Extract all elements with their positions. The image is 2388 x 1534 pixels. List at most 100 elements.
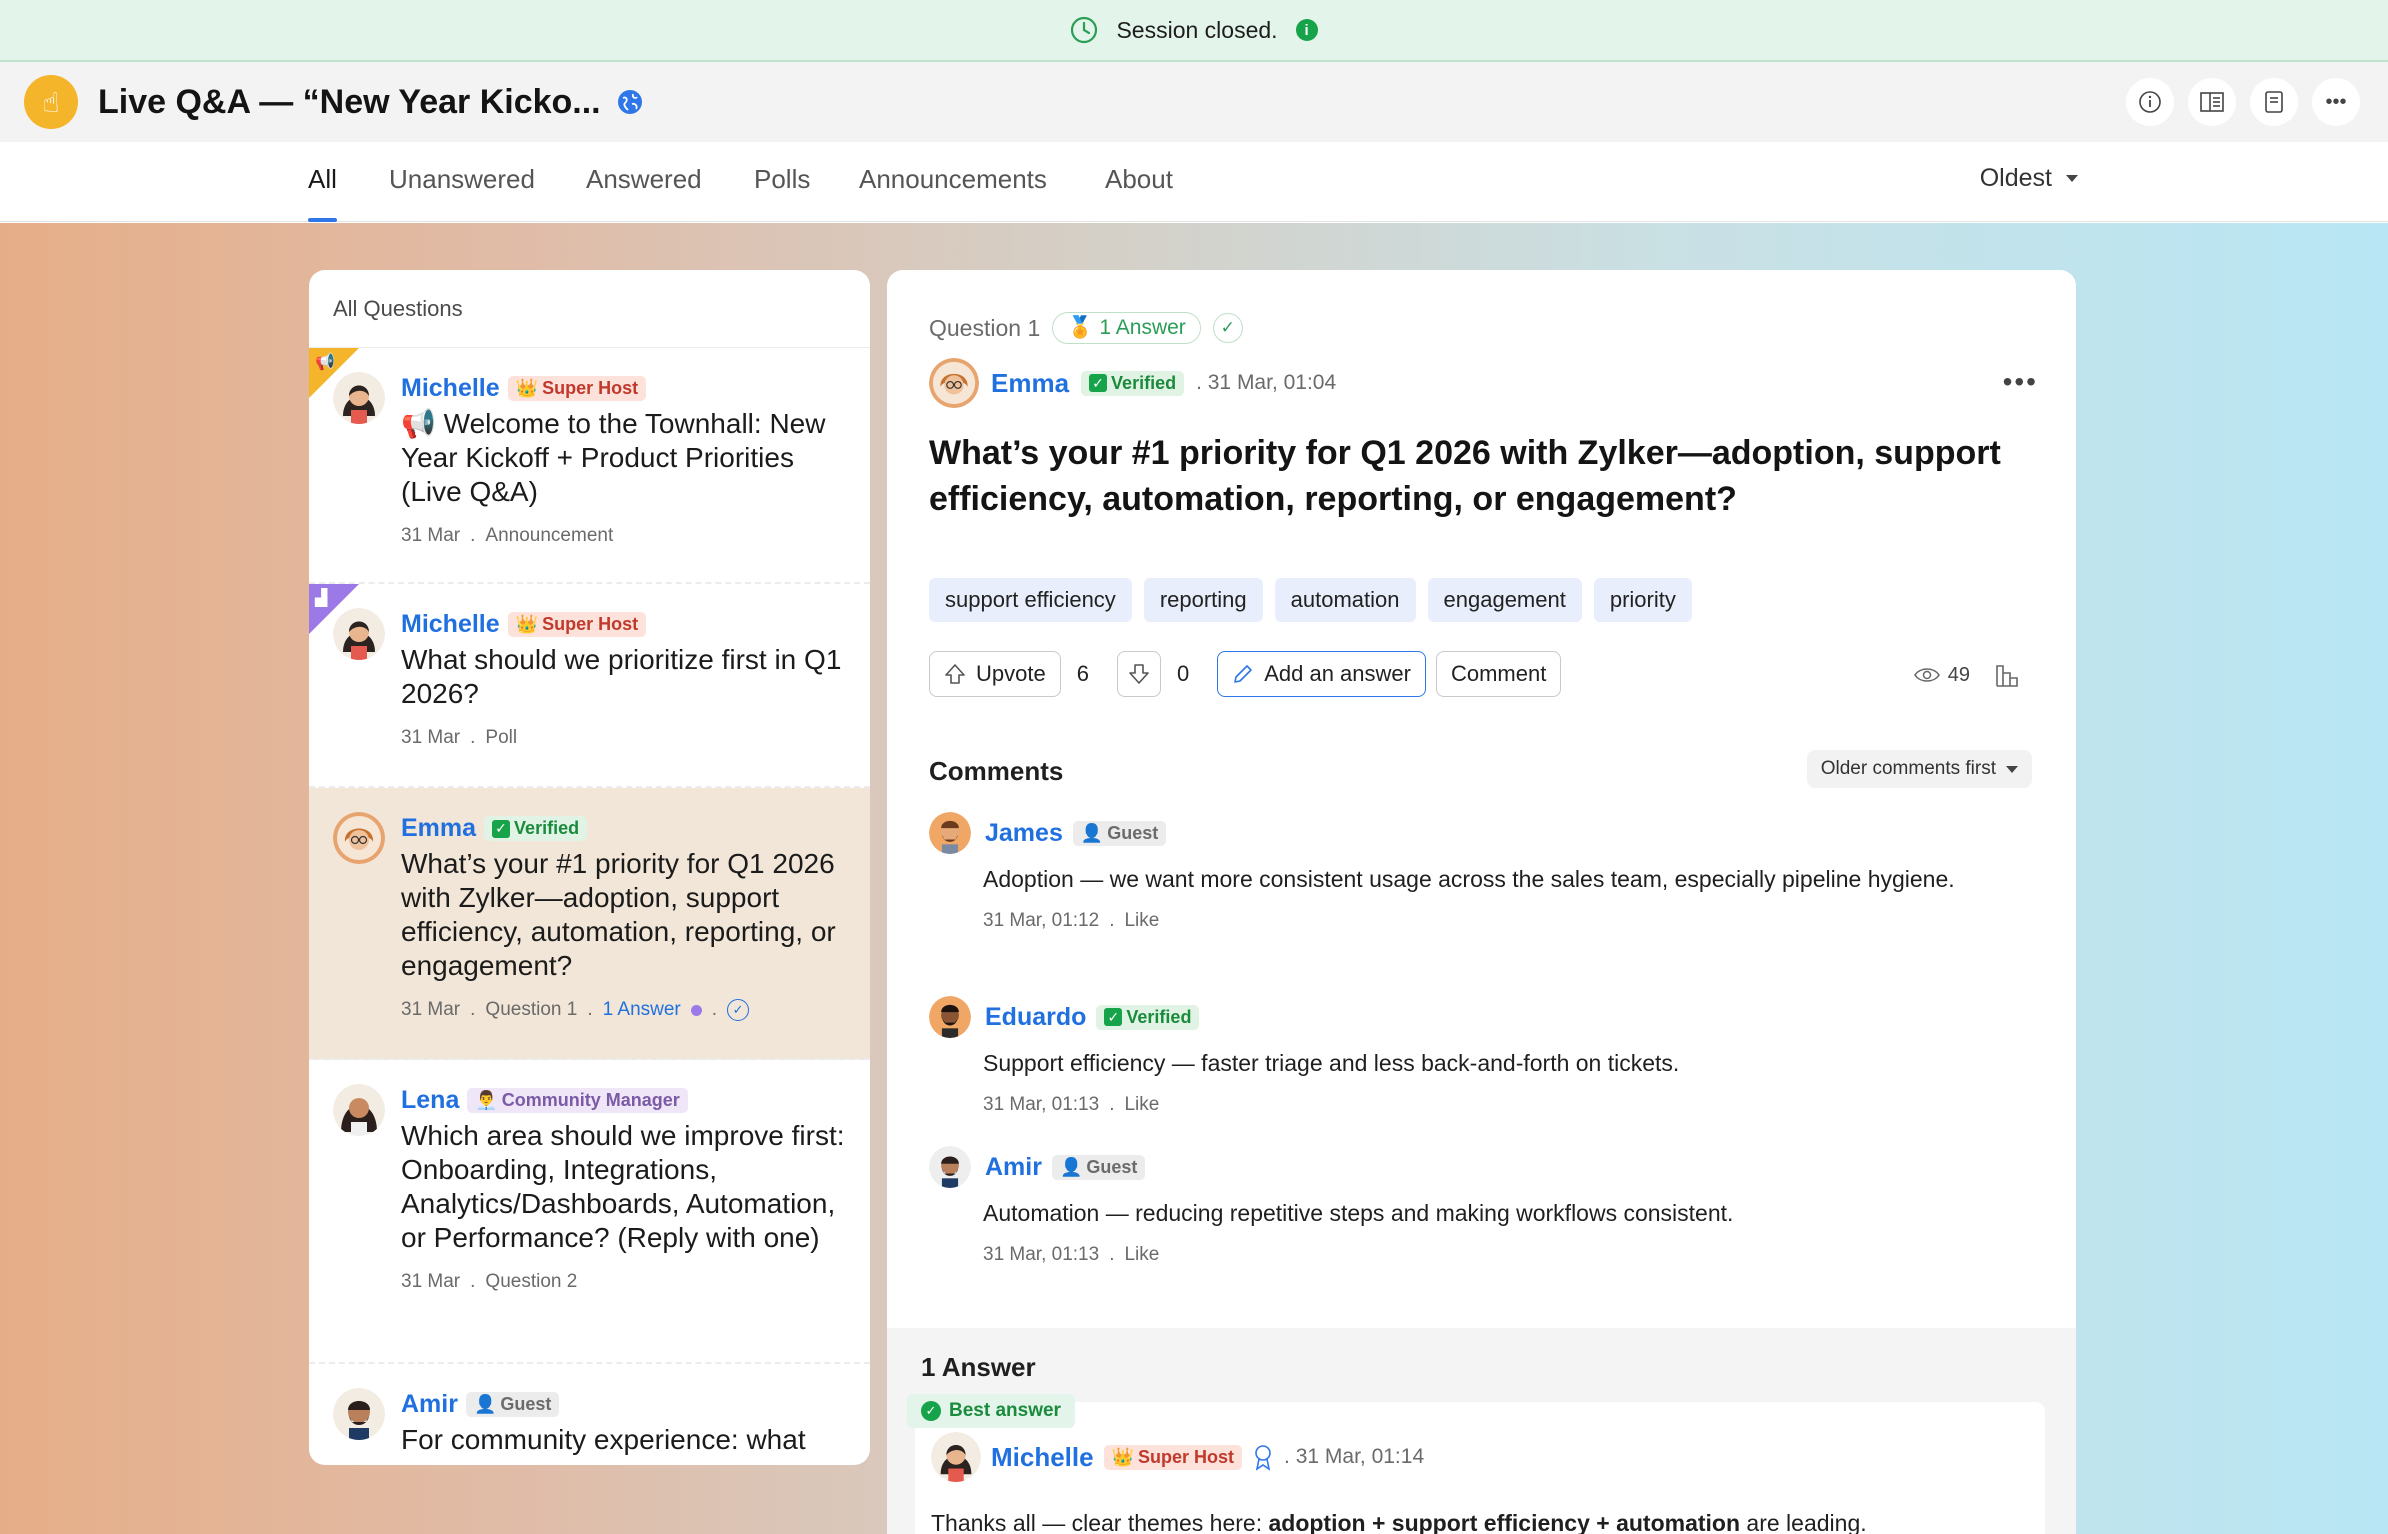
tab-unanswered[interactable]: Unanswered — [389, 164, 535, 222]
meta-separator: . — [1109, 1094, 1115, 1115]
crown-icon: 👑 — [515, 614, 539, 634]
layout-icon[interactable] — [2188, 78, 2236, 126]
question-detail-panel: Question 1 🏅 1 Answer ✓ Emma ✓ Verified .… — [887, 270, 2076, 1534]
tag[interactable]: support efficiency — [929, 578, 1132, 622]
verified-badge: ✓ Verified — [1081, 370, 1185, 396]
page-title: Live Q&A — “New Year Kicko... — [98, 82, 601, 121]
answer-author-name[interactable]: Michelle — [991, 1442, 1094, 1473]
avatar — [931, 1432, 981, 1482]
pencil-icon — [1234, 665, 1253, 683]
sort-dropdown[interactable]: Oldest — [1980, 164, 2078, 193]
tab-all[interactable]: All — [308, 164, 337, 222]
commenter-name[interactable]: Eduardo — [985, 1003, 1086, 1032]
answers-heading: 1 Answer — [921, 1352, 1036, 1382]
poll-icon: ▟ — [315, 590, 328, 607]
avatar — [333, 1084, 385, 1136]
unread-dot-icon — [690, 1004, 702, 1016]
meta-separator: . — [470, 727, 476, 748]
session-status-text: Session closed. — [1116, 16, 1278, 43]
answer-timestamp: . 31 Mar, 01:14 — [1284, 1445, 1425, 1468]
tab-answered[interactable]: Answered — [586, 164, 702, 222]
award-icon: 🏅 — [1067, 316, 1094, 339]
answer-count-link[interactable]: 1 Answer — [603, 999, 681, 1021]
comment-button[interactable]: Comment — [1435, 651, 1562, 697]
check-icon: ✓ — [1089, 374, 1108, 392]
caret-down-icon — [2006, 765, 2018, 773]
question-list-item[interactable]: Amir 👤 Guest For community experience: wh… — [309, 1364, 870, 1465]
comments-heading: Comments — [929, 756, 1064, 786]
question-date: 31 Mar — [401, 525, 461, 546]
question-text: For community experience: what — [401, 1424, 806, 1455]
check-circle-icon: ✓ — [727, 999, 750, 1021]
award-icon — [1255, 1445, 1271, 1471]
author-name[interactable]: Amir — [401, 1390, 458, 1419]
tag[interactable]: automation — [1274, 578, 1416, 622]
answer-count-pill[interactable]: 🏅 1 Answer — [1052, 312, 1201, 344]
question-type: Announcement — [485, 525, 614, 546]
like-link[interactable]: Like — [1124, 1094, 1159, 1116]
question-stats: 49 — [1913, 662, 2020, 688]
question-actions: Upvote 6 0 Add an answer Comment — [929, 651, 1562, 697]
check-circle-icon: ✓ — [921, 1401, 941, 1421]
comment-item: Amir 👤 Guest Automation — reducing repeti… — [929, 1146, 2029, 1266]
sort-label: Oldest — [1979, 164, 2052, 192]
tab-announcements[interactable]: Announcements — [859, 164, 1047, 222]
tab-about[interactable]: About — [1105, 164, 1173, 222]
comments-sort-dropdown[interactable]: Older comments first — [1806, 750, 2032, 788]
comment-time: 31 Mar, 01:13 — [983, 1094, 1100, 1115]
like-link[interactable]: Like — [1124, 1244, 1159, 1266]
info-circle-icon[interactable] — [2126, 78, 2174, 126]
like-link[interactable]: Like — [1124, 910, 1159, 932]
tab-bar: All Unanswered Answered Polls Announceme… — [0, 142, 2388, 222]
answers-section: 1 Answer ✓ Best answer Michelle 👑 Super H… — [887, 1328, 2076, 1534]
session-status-banner: Session closed. i — [0, 0, 2388, 62]
question-number: Question 1 — [929, 314, 1041, 341]
info-icon[interactable]: i — [1295, 19, 1318, 41]
check-icon: ✓ — [492, 819, 511, 838]
meta-separator: . — [470, 1271, 476, 1292]
arrow-down-icon — [1129, 664, 1149, 684]
bar-chart-icon[interactable] — [1994, 662, 2020, 688]
question-type: Question 1 — [485, 999, 578, 1020]
best-answer-badge: ✓ Best answer — [907, 1394, 1075, 1428]
question-list-item[interactable]: Lena 👨‍💼 Community Manager Which area sho… — [309, 1060, 870, 1364]
question-list-item[interactable]: ▟ Michelle 👑 Super Host What should we pr… — [309, 584, 870, 788]
person-icon: 👨‍💼 — [475, 1090, 498, 1110]
tag[interactable]: priority — [1593, 578, 1692, 622]
question-type: Poll — [485, 727, 518, 748]
view-count: 49 — [1947, 663, 1970, 686]
author-name[interactable]: Michelle — [401, 610, 500, 639]
tab-polls[interactable]: Polls — [754, 164, 810, 222]
question-list-item[interactable]: 📢 Michelle 👑 Super Host 📢 Welcome to the … — [309, 348, 870, 584]
downvote-button[interactable] — [1116, 651, 1161, 697]
tag[interactable]: reporting — [1143, 578, 1263, 622]
question-list-item-selected[interactable]: Emma ✓ Verified What’s your #1 priority f… — [309, 788, 870, 1060]
super-host-badge: 👑 Super Host — [507, 612, 647, 637]
author-name[interactable]: Emma — [991, 368, 1069, 399]
megaphone-icon: 📢 — [315, 354, 335, 371]
caret-down-icon — [2066, 175, 2078, 182]
author-name[interactable]: Michelle — [401, 374, 500, 403]
comment-text: Adoption — we want more consistent usage… — [983, 866, 1955, 892]
avatar — [333, 812, 385, 864]
avatar — [333, 372, 385, 424]
meta-separator: . — [1109, 1244, 1115, 1265]
check-icon: ✓ — [1104, 1008, 1123, 1026]
arrow-up-icon — [945, 664, 965, 684]
commenter-name[interactable]: Amir — [985, 1153, 1042, 1182]
document-icon[interactable] — [2250, 78, 2298, 126]
comment-item: James 👤 Guest Adoption — we want more con… — [929, 812, 2029, 932]
crown-icon: 👑 — [1111, 1446, 1135, 1467]
author-name[interactable]: Emma — [401, 814, 476, 843]
commenter-name[interactable]: James — [985, 819, 1063, 848]
globe-icon[interactable] — [615, 87, 645, 117]
comment-label: Comment — [1450, 661, 1547, 686]
tag[interactable]: engagement — [1427, 578, 1582, 622]
person-icon: 👤 — [473, 1394, 497, 1414]
add-answer-button[interactable]: Add an answer — [1217, 651, 1426, 697]
upvote-button[interactable]: Upvote — [929, 651, 1061, 697]
author-name[interactable]: Lena — [401, 1086, 459, 1115]
more-options-icon[interactable]: ••• — [2003, 366, 2038, 398]
more-options-icon[interactable]: ••• — [2312, 78, 2360, 126]
comment-item: Eduardo ✓ Verified Support efficiency — f… — [929, 996, 2029, 1116]
